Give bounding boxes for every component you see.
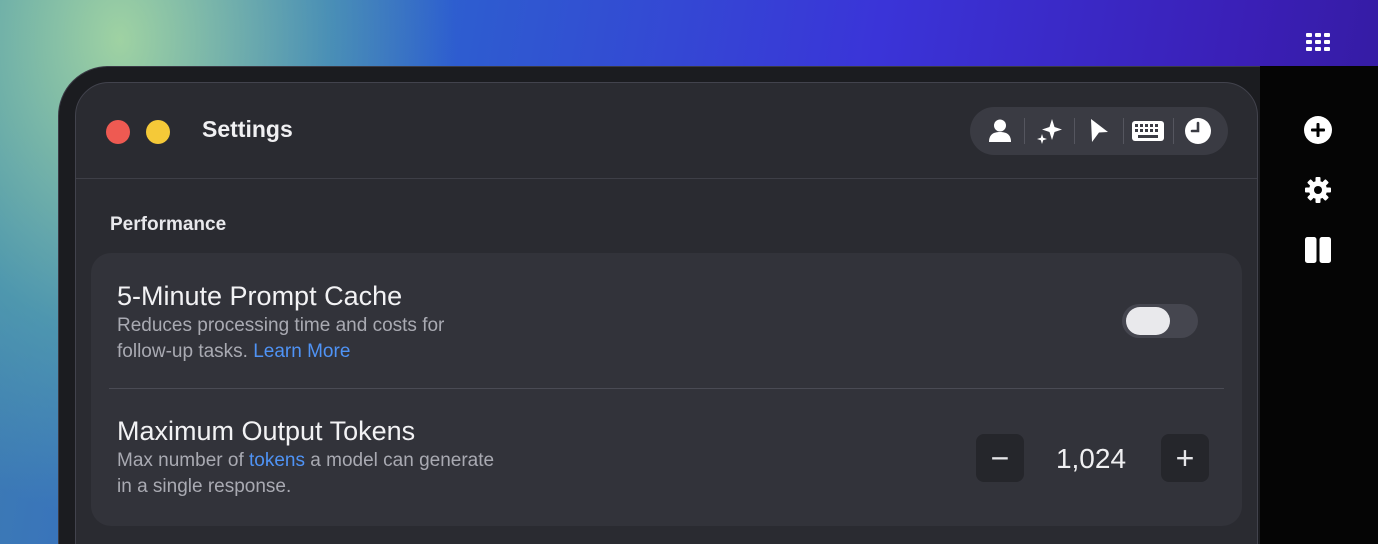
- prompt-cache-toggle[interactable]: [1122, 304, 1198, 338]
- max-tokens-desc-suffix: a model can generate: [310, 450, 495, 471]
- gear-icon[interactable]: [1302, 174, 1334, 206]
- prompt-cache-desc-line1: Reduces processing time and costs for: [117, 315, 445, 336]
- max-tokens-value[interactable]: 1,024: [1031, 443, 1151, 475]
- close-button[interactable]: [106, 120, 130, 144]
- grid-icon[interactable]: [1304, 32, 1332, 52]
- tab-computer-use[interactable]: [1079, 111, 1119, 151]
- minimize-button[interactable]: [146, 120, 170, 144]
- row-divider: [109, 388, 1224, 389]
- person-icon: [989, 119, 1012, 143]
- title-bar: Settings: [76, 83, 1257, 179]
- prompt-cache-row: 5-Minute Prompt Cache Reduces processing…: [91, 253, 1242, 389]
- tab-account[interactable]: [980, 111, 1020, 151]
- performance-card: 5-Minute Prompt Cache Reduces processing…: [91, 253, 1242, 526]
- prompt-cache-desc-line2: follow-up tasks.: [117, 341, 248, 362]
- tokens-link[interactable]: tokens: [249, 450, 305, 471]
- cursor-icon: [1089, 118, 1109, 144]
- max-tokens-desc-line2: in a single response.: [117, 476, 292, 497]
- columns-icon[interactable]: [1302, 234, 1334, 266]
- toolbar-divider: [1123, 118, 1125, 144]
- tab-models[interactable]: [1029, 111, 1069, 151]
- max-tokens-row: Maximum Output Tokens Max number of toke…: [91, 390, 1242, 526]
- tab-history[interactable]: [1178, 111, 1218, 151]
- plus-circle-icon[interactable]: [1302, 114, 1334, 146]
- window-title: Settings: [202, 116, 293, 142]
- max-tokens-desc-prefix: Max number of: [117, 450, 244, 471]
- toolbar-divider: [1073, 118, 1075, 144]
- section-title-performance: Performance: [110, 214, 227, 235]
- increment-button[interactable]: +: [1161, 434, 1209, 482]
- learn-more-link[interactable]: Learn More: [253, 341, 350, 362]
- toolbar-divider: [1024, 118, 1026, 144]
- toolbar-divider: [1172, 118, 1174, 144]
- keyboard-icon: [1132, 121, 1165, 141]
- toggle-knob: [1126, 307, 1170, 335]
- sparkles-icon: [1036, 117, 1064, 145]
- max-tokens-title: Maximum Output Tokens: [117, 416, 416, 446]
- prompt-cache-description: Reduces processing time and costs for fo…: [117, 313, 587, 365]
- max-tokens-description: Max number of tokens a model can generat…: [117, 448, 587, 500]
- decrement-button[interactable]: −: [976, 434, 1024, 482]
- settings-window: Settings Performance 5-Minute Prompt Cac…: [75, 82, 1258, 544]
- clock-icon: [1184, 118, 1211, 144]
- tab-shortcuts[interactable]: [1128, 111, 1168, 151]
- prompt-cache-title: 5-Minute Prompt Cache: [117, 281, 403, 311]
- settings-toolbar: [970, 107, 1228, 155]
